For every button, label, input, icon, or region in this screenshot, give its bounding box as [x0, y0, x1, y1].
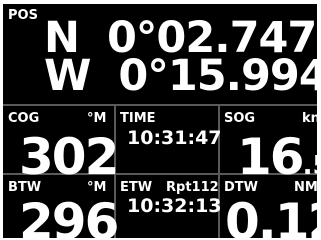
time-value: 10:31:47: [127, 127, 222, 149]
longitude-hemisphere: W: [44, 51, 91, 101]
sog-label: SOG: [224, 111, 256, 126]
etw-value: 10:32:13: [127, 195, 222, 217]
sog-value-fraction: .5: [302, 151, 317, 181]
etw-waypoint-name: Rpt112: [166, 180, 219, 195]
nav-data-screen: POS N 0°02.747' W 0°15.994' COG °M 302 T…: [3, 4, 317, 238]
horizontal-divider-top: [3, 104, 317, 106]
btw-value: 296: [19, 193, 119, 238]
longitude-readout: W 0°15.994': [44, 55, 317, 98]
cog-value: 302: [19, 128, 119, 186]
sog-value-main: 16: [237, 128, 305, 186]
time-label: TIME: [120, 111, 156, 126]
cog-label: COG: [8, 111, 40, 126]
dtw-value: 0.12: [225, 193, 317, 238]
pos-label: POS: [8, 8, 38, 23]
sog-unit: kn: [302, 111, 317, 126]
longitude-value: 0°15.994': [118, 51, 317, 101]
etw-label: ETW: [120, 180, 153, 195]
vertical-divider-right: [218, 106, 220, 238]
cog-unit: °M: [87, 111, 107, 126]
